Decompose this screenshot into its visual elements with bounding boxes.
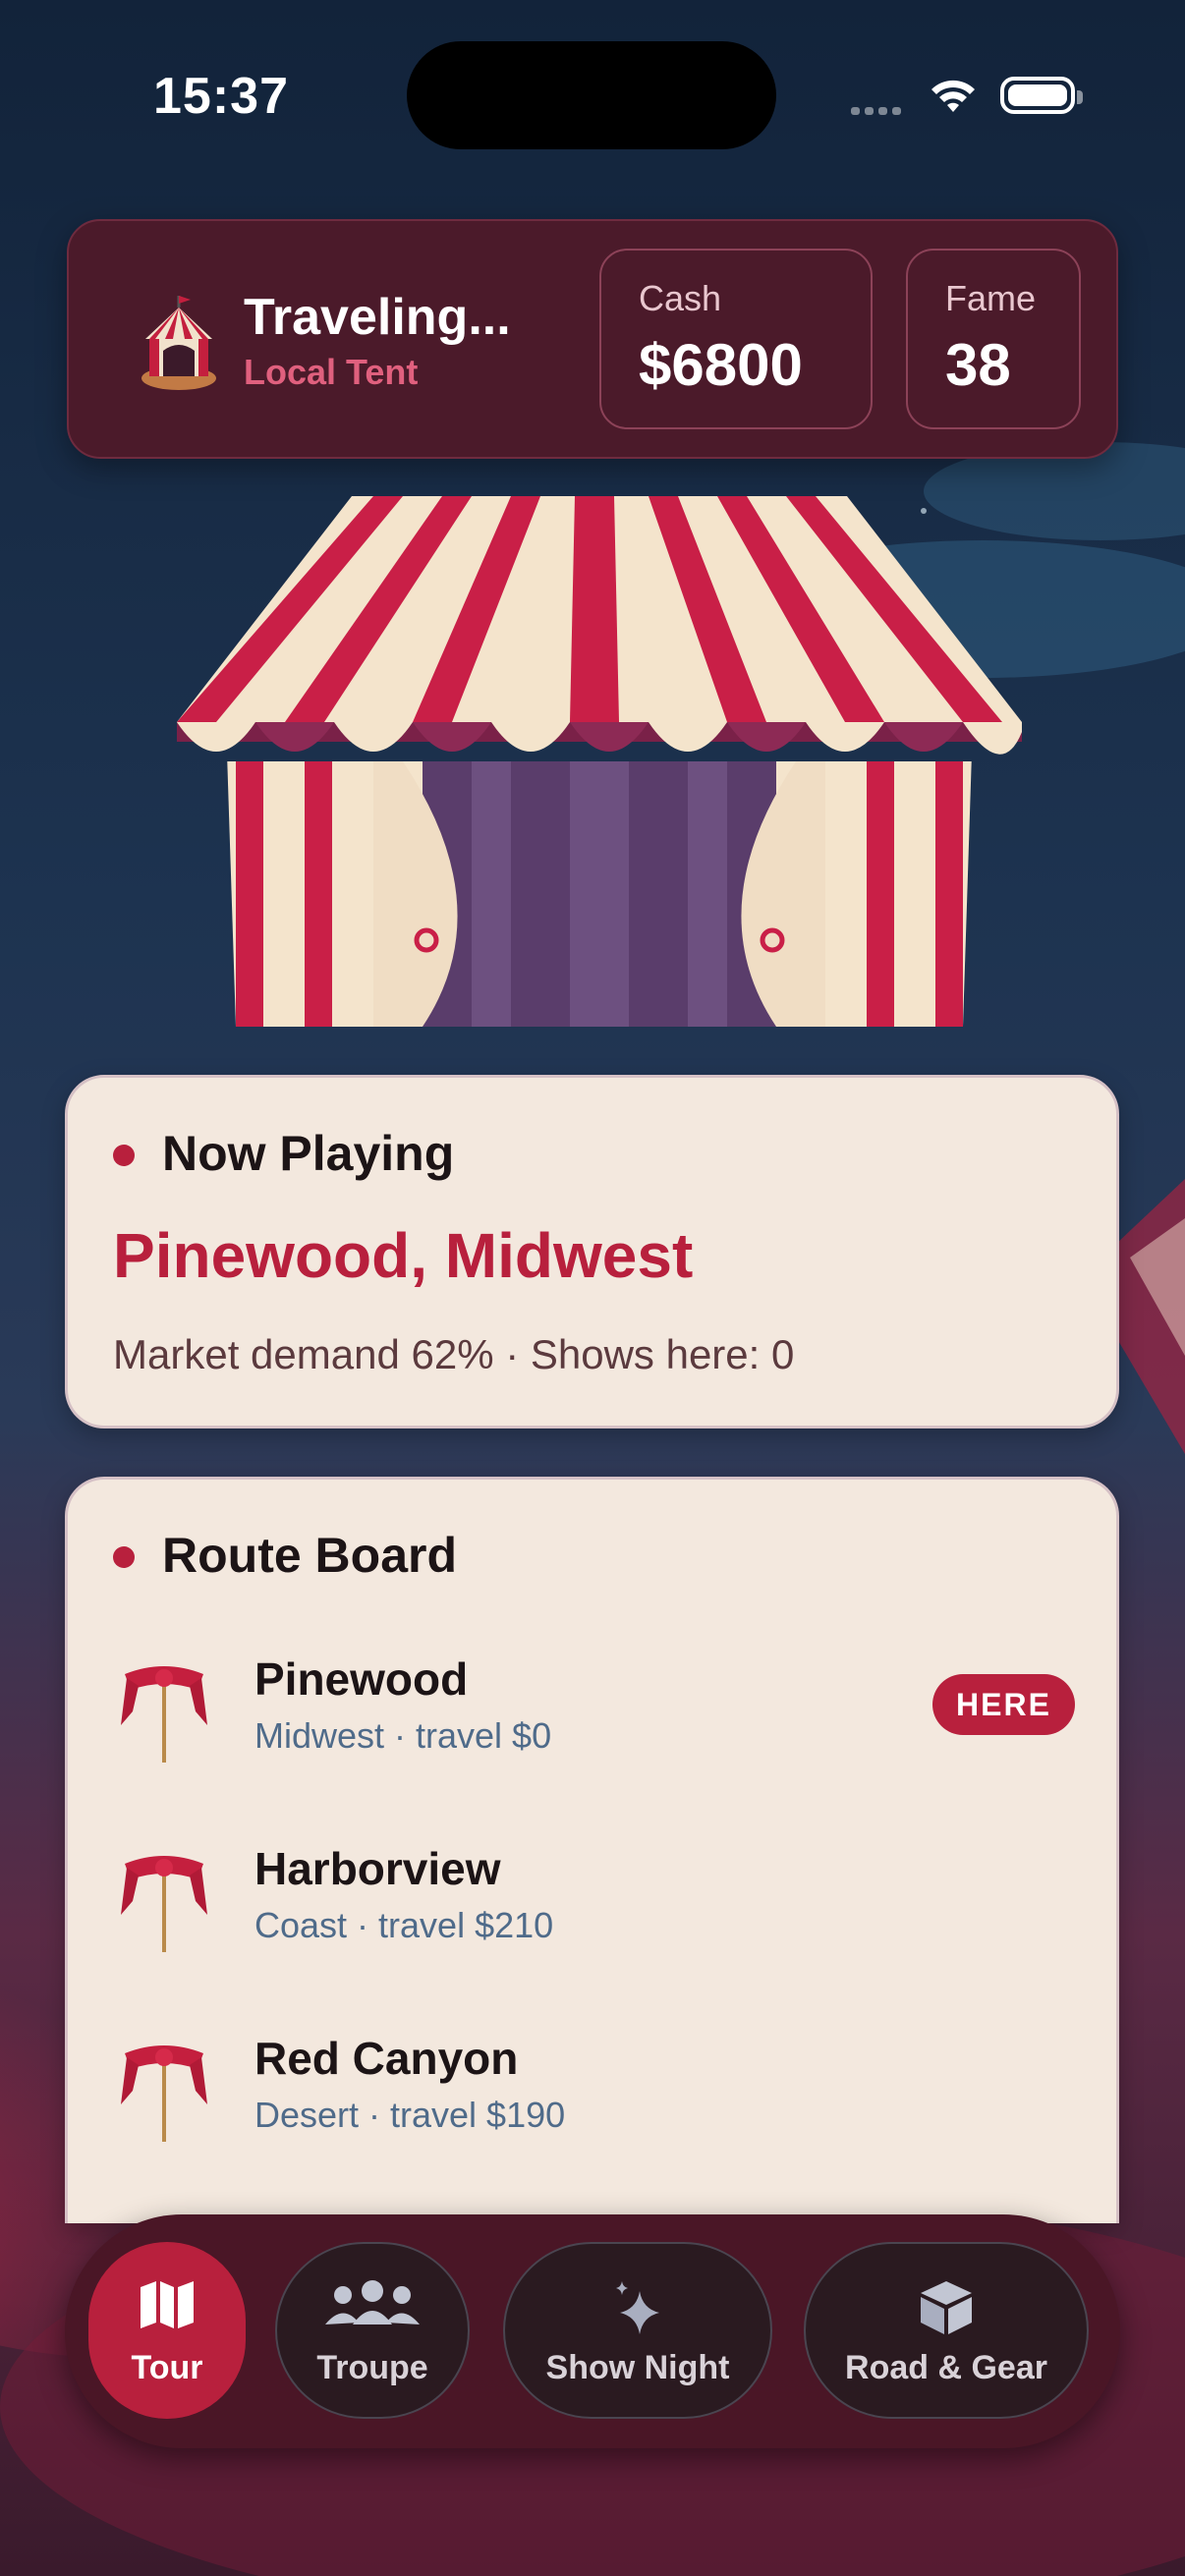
stop-meta: Coast · travel $210 xyxy=(254,1905,554,1945)
sparkles-icon xyxy=(616,2281,659,2334)
header-panel: Traveling... Local Tent Cash $6800 Fame … xyxy=(67,219,1118,459)
now-playing-card: Now Playing Pinewood, Midwest Market dem… xyxy=(65,1075,1119,1428)
wifi-icon xyxy=(931,80,975,112)
now-playing-city: Pinewood, Midwest xyxy=(113,1220,694,1291)
stop-meta: Desert · travel $190 xyxy=(254,2095,566,2135)
tab-tour[interactable]: Tour xyxy=(88,2242,246,2419)
cash-stat: Cash $6800 xyxy=(599,249,873,429)
stop-name: Red Canyon xyxy=(254,2033,519,2084)
cash-label: Cash xyxy=(639,278,722,318)
tab-label: Tour xyxy=(131,2349,203,2386)
tab-label: Road & Gear xyxy=(845,2349,1047,2386)
status-time: 15:37 xyxy=(153,68,289,125)
dynamic-island xyxy=(407,41,776,149)
cash-value: $6800 xyxy=(639,332,803,398)
now-playing-meta: Market demand 62% · Shows here: 0 xyxy=(113,1331,795,1377)
ribbon-post-icon xyxy=(121,2045,207,2142)
route-stop-pinewood[interactable]: Pinewood Midwest · travel $0 HERE xyxy=(68,1647,1116,1814)
map-icon xyxy=(141,2281,194,2328)
people-icon xyxy=(325,2280,420,2324)
ribbon-post-icon xyxy=(121,1666,207,1763)
now-playing-heading: Now Playing xyxy=(162,1126,455,1181)
battery-icon xyxy=(1000,77,1083,114)
route-stop-red-canyon[interactable]: Red Canyon Desert · travel $190 xyxy=(68,2026,1116,2193)
tab-bar: Tour Troupe Show Night Road & Gear xyxy=(65,2214,1120,2448)
tab-label: Troupe xyxy=(316,2349,428,2386)
fame-stat: Fame 38 xyxy=(906,249,1081,429)
box-icon xyxy=(921,2281,972,2334)
here-badge: HERE xyxy=(932,1674,1075,1735)
route-board-heading: Route Board xyxy=(162,1528,457,1583)
tab-road-and-gear[interactable]: Road & Gear xyxy=(804,2242,1089,2419)
cellular-signal-icon xyxy=(851,102,906,120)
route-board-dot xyxy=(113,1546,135,1568)
fame-label: Fame xyxy=(945,278,1037,318)
route-board-card: Route Board Pinewood Midwest · travel $0… xyxy=(65,1477,1119,2223)
stop-meta: Midwest · travel $0 xyxy=(254,1715,552,1756)
big-top-tent-illustration xyxy=(177,496,1022,1027)
stop-name: Harborview xyxy=(254,1843,501,1894)
header-subtitle: Local Tent xyxy=(244,352,419,392)
tab-troupe[interactable]: Troupe xyxy=(275,2242,470,2419)
stop-name: Pinewood xyxy=(254,1653,469,1705)
tab-show-night[interactable]: Show Night xyxy=(503,2242,772,2419)
tab-label: Show Night xyxy=(545,2349,730,2386)
header-title: Traveling... xyxy=(244,289,511,346)
now-playing-dot xyxy=(113,1145,135,1166)
circus-tent-icon xyxy=(141,296,216,390)
fame-value: 38 xyxy=(945,332,1011,398)
route-stop-harborview[interactable]: Harborview Coast · travel $210 xyxy=(68,1836,1116,2003)
status-bar: 15:37 xyxy=(0,0,1185,187)
ribbon-post-icon xyxy=(121,1856,207,1952)
